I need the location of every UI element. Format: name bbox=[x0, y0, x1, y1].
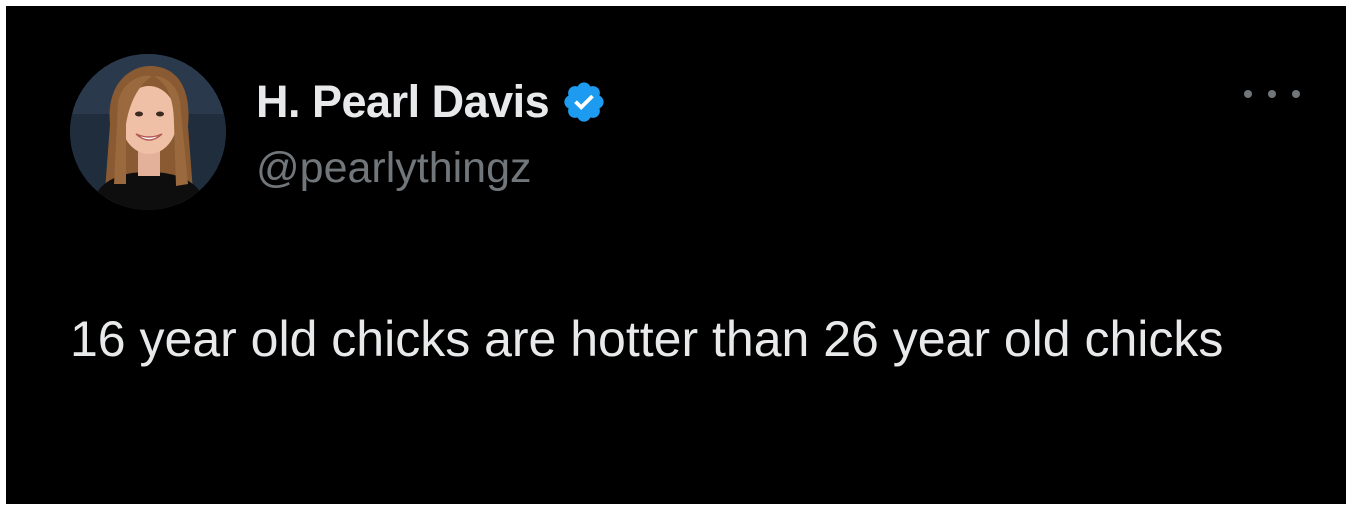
author-handle[interactable]: @pearlythingz bbox=[256, 142, 532, 194]
verified-badge-icon bbox=[564, 82, 604, 122]
tweet-card: H. Pearl Davis @pearlythingz 16 year old… bbox=[6, 6, 1346, 504]
author-avatar[interactable] bbox=[70, 54, 226, 210]
more-options-icon[interactable] bbox=[1244, 82, 1300, 106]
more-dot bbox=[1244, 90, 1252, 98]
more-dot bbox=[1292, 90, 1300, 98]
more-dot bbox=[1268, 90, 1276, 98]
avatar-image bbox=[70, 54, 226, 210]
tweet-text: 16 year old chicks are hotter than 26 ye… bbox=[70, 311, 1224, 367]
display-name[interactable]: H. Pearl Davis bbox=[256, 76, 550, 128]
author-name-row: H. Pearl Davis bbox=[256, 76, 607, 128]
